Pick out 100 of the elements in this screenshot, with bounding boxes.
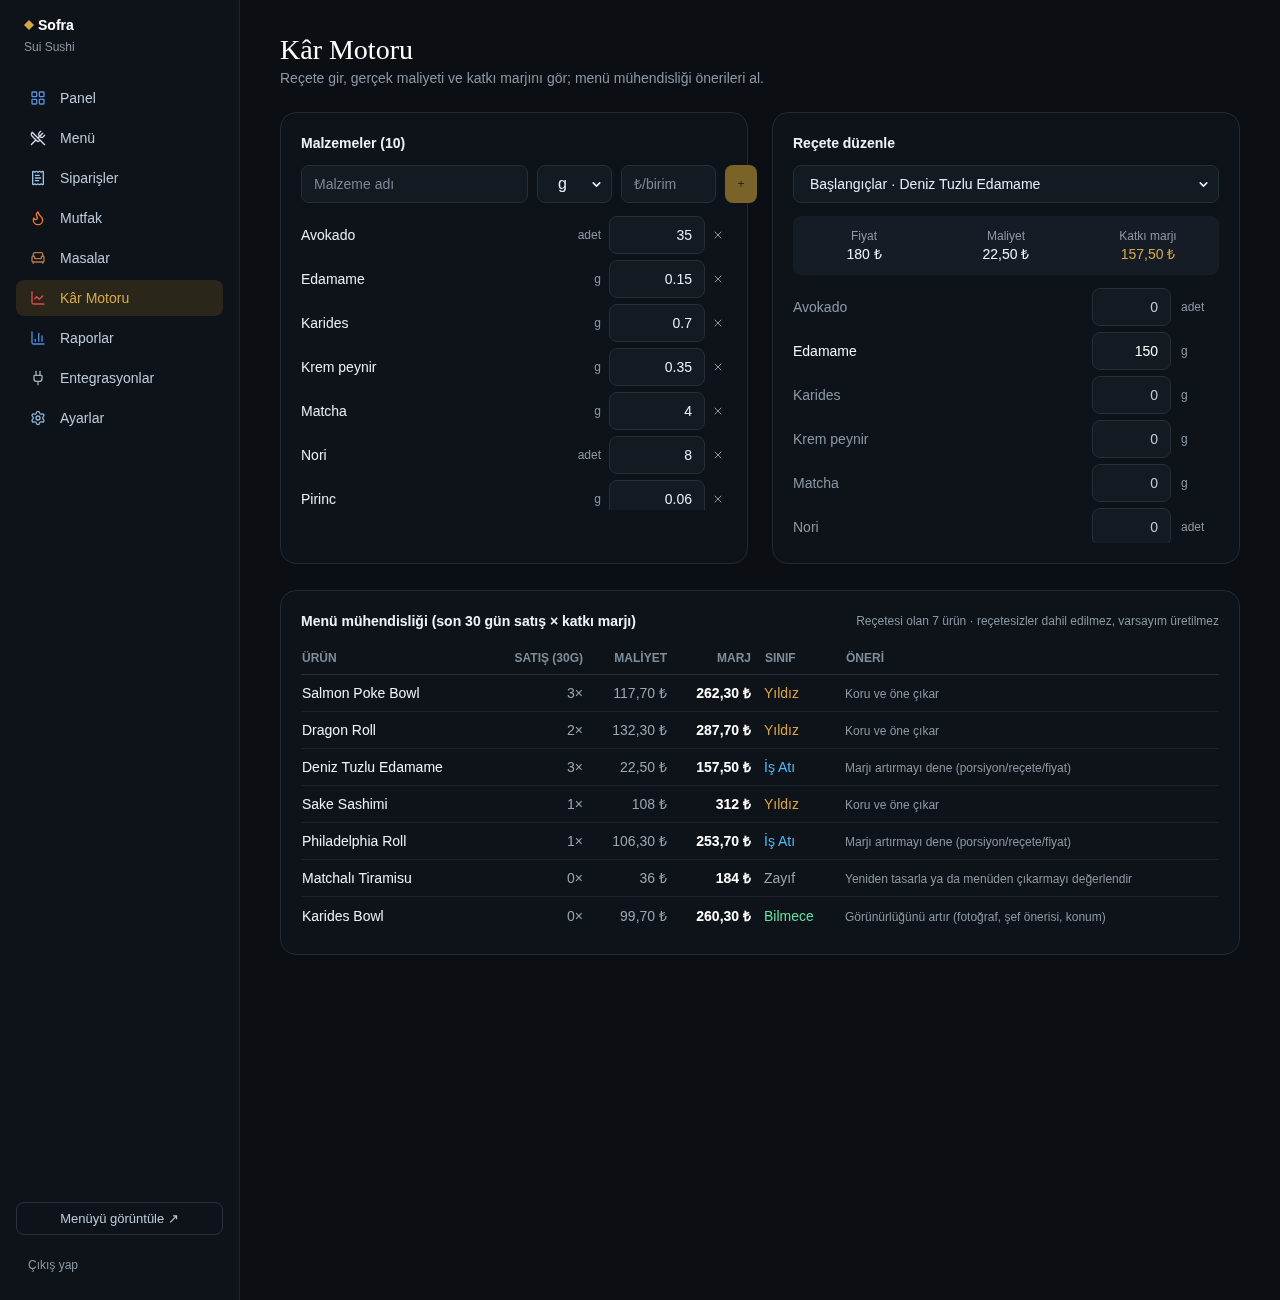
note-text: Reçetesi olan 7 ürün · reçetesizler dahil edilmez, varsayım üretilmez	[856, 613, 1219, 629]
ingredient-name: Matcha	[301, 402, 347, 421]
ingredient-name: Krem peynir	[301, 358, 377, 377]
sales-count: 3×	[567, 759, 583, 775]
page-title: Kâr Motoru	[280, 33, 413, 67]
suggestion-text: Yeniden tasarla ya da menüden çıkarmayı değerlendir	[845, 872, 1133, 886]
margin-value: 260,30 ₺	[696, 907, 751, 924]
class-label: İş Atı	[764, 759, 796, 775]
ingredient-name: Pirinc	[301, 490, 336, 509]
margin-value: 287,70 ₺	[696, 722, 751, 738]
suggestion-text: Marjı artırmayı dene (porsiyon/reçete/fiyat)	[845, 835, 1072, 849]
product-name: Dragon Roll	[302, 722, 376, 738]
unit-price-input[interactable]: 4	[609, 392, 705, 430]
sales-count: 0×	[567, 870, 583, 886]
ingredient-name: Nori	[301, 446, 327, 465]
summary-label: Fiyat	[851, 227, 877, 244]
unit-label: adet	[1181, 299, 1205, 315]
cost-value: 22,50 ₺	[620, 759, 667, 775]
unit-label: g	[594, 491, 601, 507]
product-name: Sake Sashimi	[302, 796, 388, 812]
column-header: MALİYET	[613, 651, 667, 665]
unit-label: g	[594, 271, 601, 287]
chair-icon	[30, 250, 46, 266]
amount-input[interactable]: 0	[1092, 288, 1171, 326]
sidebar-item[interactable]: Kâr Motoru	[16, 280, 223, 316]
class-label: Bilmece	[764, 907, 814, 924]
close-icon[interactable]	[712, 493, 724, 505]
cost-value: 108 ₺	[631, 796, 667, 812]
logout-link[interactable]: Çıkış yap	[28, 1258, 78, 1272]
close-icon[interactable]	[712, 361, 724, 373]
close-icon[interactable]	[712, 229, 724, 241]
sidebar-item[interactable]: Siparişler	[16, 160, 223, 196]
ingredient-name: Edamame	[301, 270, 365, 289]
receipt-icon	[30, 170, 46, 186]
sidebar-item[interactable]: Panel	[16, 80, 223, 116]
summary-label: Katkı marjı	[1119, 227, 1177, 244]
column-header: MARJ	[716, 651, 751, 665]
margin-value: 253,70 ₺	[696, 833, 751, 849]
class-label: İş Atı	[764, 833, 796, 849]
unit-price-input[interactable]: 0.06	[609, 480, 705, 510]
class-label: Yıldız	[764, 685, 799, 701]
summary-label: Maliyet	[987, 227, 1025, 244]
close-icon[interactable]	[712, 449, 724, 461]
cost-value: 132,30 ₺	[612, 722, 667, 738]
class-label: Zayıf	[764, 870, 796, 886]
cost-value: 99,70 ₺	[620, 907, 667, 924]
column-header: ÜRÜN	[301, 651, 337, 665]
product-name: Deniz Tuzlu Edamame	[302, 759, 443, 775]
column-header: ÖNERİ	[845, 651, 884, 665]
menu-item-select[interactable]: Başlangıçlar · Deniz Tuzlu Edamame	[793, 165, 1219, 203]
cost-value: 117,70 ₺	[613, 685, 667, 701]
product-name: Matchalı Tiramisu	[302, 870, 412, 886]
sales-count: 1×	[567, 833, 583, 849]
card-title: Malzemeler (10)	[301, 134, 406, 153]
unit-price-input[interactable]: 0.7	[609, 304, 705, 342]
unit-label: g	[594, 315, 601, 331]
unit-price-input[interactable]: 8	[609, 436, 705, 474]
utensils-icon	[30, 130, 46, 146]
grid-icon	[30, 90, 46, 106]
close-icon[interactable]	[712, 273, 724, 285]
sidebar-item[interactable]: Raporlar	[16, 320, 223, 356]
unit-price-input[interactable]: 0.15	[609, 260, 705, 298]
sidebar-item[interactable]: Menü	[16, 120, 223, 156]
suggestion-text: Marjı artırmayı dene (porsiyon/reçete/fiyat)	[845, 761, 1072, 775]
column-header: SATIŞ (30G)	[513, 651, 583, 665]
bar-chart-icon	[30, 330, 46, 346]
unit-price-field[interactable]: ₺/birim	[621, 165, 716, 203]
sidebar-item[interactable]: Masalar	[16, 240, 223, 276]
amount-input[interactable]: 150	[1092, 332, 1171, 370]
sidebar-item[interactable]: Ayarlar	[16, 400, 223, 436]
unit-price-input[interactable]: 35	[609, 216, 705, 254]
margin-value: 262,30 ₺	[696, 685, 751, 701]
unit-price-input[interactable]: 0.35	[609, 348, 705, 386]
ingredient-name: Karides	[301, 314, 349, 333]
product-name: Philadelphia Roll	[302, 833, 407, 849]
unit-label: adet	[577, 227, 601, 243]
ingredient-name: Avokado	[301, 226, 356, 245]
close-icon[interactable]	[712, 317, 724, 329]
settings-icon	[30, 410, 46, 426]
amount-input[interactable]: 0	[1092, 376, 1171, 414]
unit-select[interactable]: g	[537, 165, 612, 203]
unit-label: g	[1181, 475, 1188, 491]
ingredient-name: Nori	[793, 518, 819, 537]
close-icon[interactable]	[712, 405, 724, 417]
ingredient-name-field[interactable]: Malzeme adı	[301, 165, 528, 203]
card-title: Menü mühendisliği (son 30 gün satış × katkı marjı)	[301, 612, 636, 631]
sales-count: 3×	[567, 685, 583, 701]
amount-input[interactable]: 0	[1092, 420, 1171, 458]
flame-icon	[30, 210, 46, 226]
ingredient-name: Matcha	[793, 474, 839, 493]
summary-value: 22,50 ₺	[982, 244, 1030, 264]
ingredient-name: Avokado	[793, 298, 848, 317]
unit-label: g	[594, 359, 601, 375]
column-header: SINIF	[764, 651, 796, 665]
amount-input[interactable]: 0	[1092, 464, 1171, 502]
sidebar-item[interactable]: Entegrasyonlar	[16, 360, 223, 396]
unit-label: adet	[577, 447, 601, 463]
amount-input[interactable]: 0	[1092, 508, 1171, 543]
sidebar-item[interactable]: Mutfak	[16, 200, 223, 236]
view-menu-button[interactable]: Menüyü görüntüle ↗	[16, 1202, 223, 1235]
